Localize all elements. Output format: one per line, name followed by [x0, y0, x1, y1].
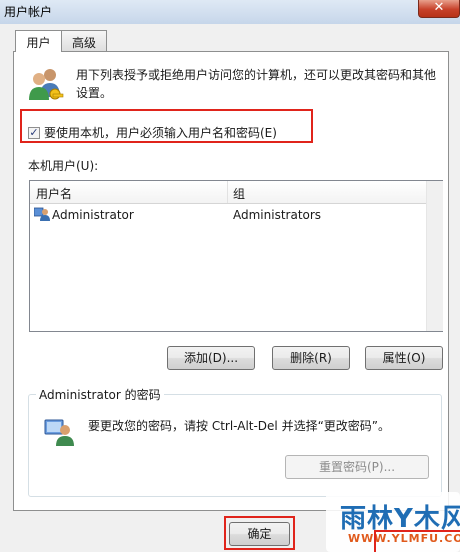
password-instruction: 要更改您的密码，请按 Ctrl-Alt-Del 并选择“更改密码”。	[88, 419, 391, 433]
highlight-box-corner	[374, 530, 460, 552]
user-icon	[33, 207, 50, 224]
properties-button[interactable]: 属性(O)	[365, 346, 443, 370]
highlight-box-checkbox	[20, 109, 313, 143]
vertical-scrollbar[interactable]	[426, 181, 443, 331]
row-group: Administrators	[233, 208, 322, 222]
tab-users-label: 用户	[26, 36, 51, 50]
users-listview[interactable]: 用户名 组 Administrator Administrators	[29, 180, 443, 332]
highlight-box-ok	[224, 516, 295, 550]
user-password-icon	[44, 416, 74, 449]
users-description: 用下列表授予或拒绝用户访问您的计算机，还可以更改其密码和其他设置。	[76, 68, 437, 100]
reset-password-button[interactable]: 重置密码(P)...	[285, 455, 429, 479]
close-icon: ✕	[433, 0, 445, 15]
tab-advanced-label: 高级	[71, 36, 96, 50]
users-group-icon	[28, 67, 64, 104]
column-header-group[interactable]: 组	[233, 185, 245, 202]
title-bar: 用户帐户 ✕	[0, 0, 460, 24]
row-username: Administrator	[52, 208, 134, 222]
password-group-title: Administrator 的密码	[36, 386, 164, 403]
remove-user-button[interactable]: 删除(R)	[272, 346, 350, 370]
tab-users[interactable]: 用户	[15, 30, 62, 52]
tab-advanced[interactable]: 高级	[61, 30, 107, 51]
add-user-button[interactable]: 添加(D)...	[167, 346, 255, 370]
password-groupbox	[28, 394, 442, 497]
window-title: 用户帐户	[4, 5, 53, 19]
close-button[interactable]: ✕	[418, 0, 460, 18]
column-header-username[interactable]: 用户名	[36, 185, 72, 202]
list-header: 用户名 组	[30, 181, 426, 204]
column-divider[interactable]	[227, 181, 228, 203]
local-users-label: 本机用户(U):	[28, 159, 99, 173]
table-row[interactable]: Administrator Administrators	[30, 204, 426, 224]
